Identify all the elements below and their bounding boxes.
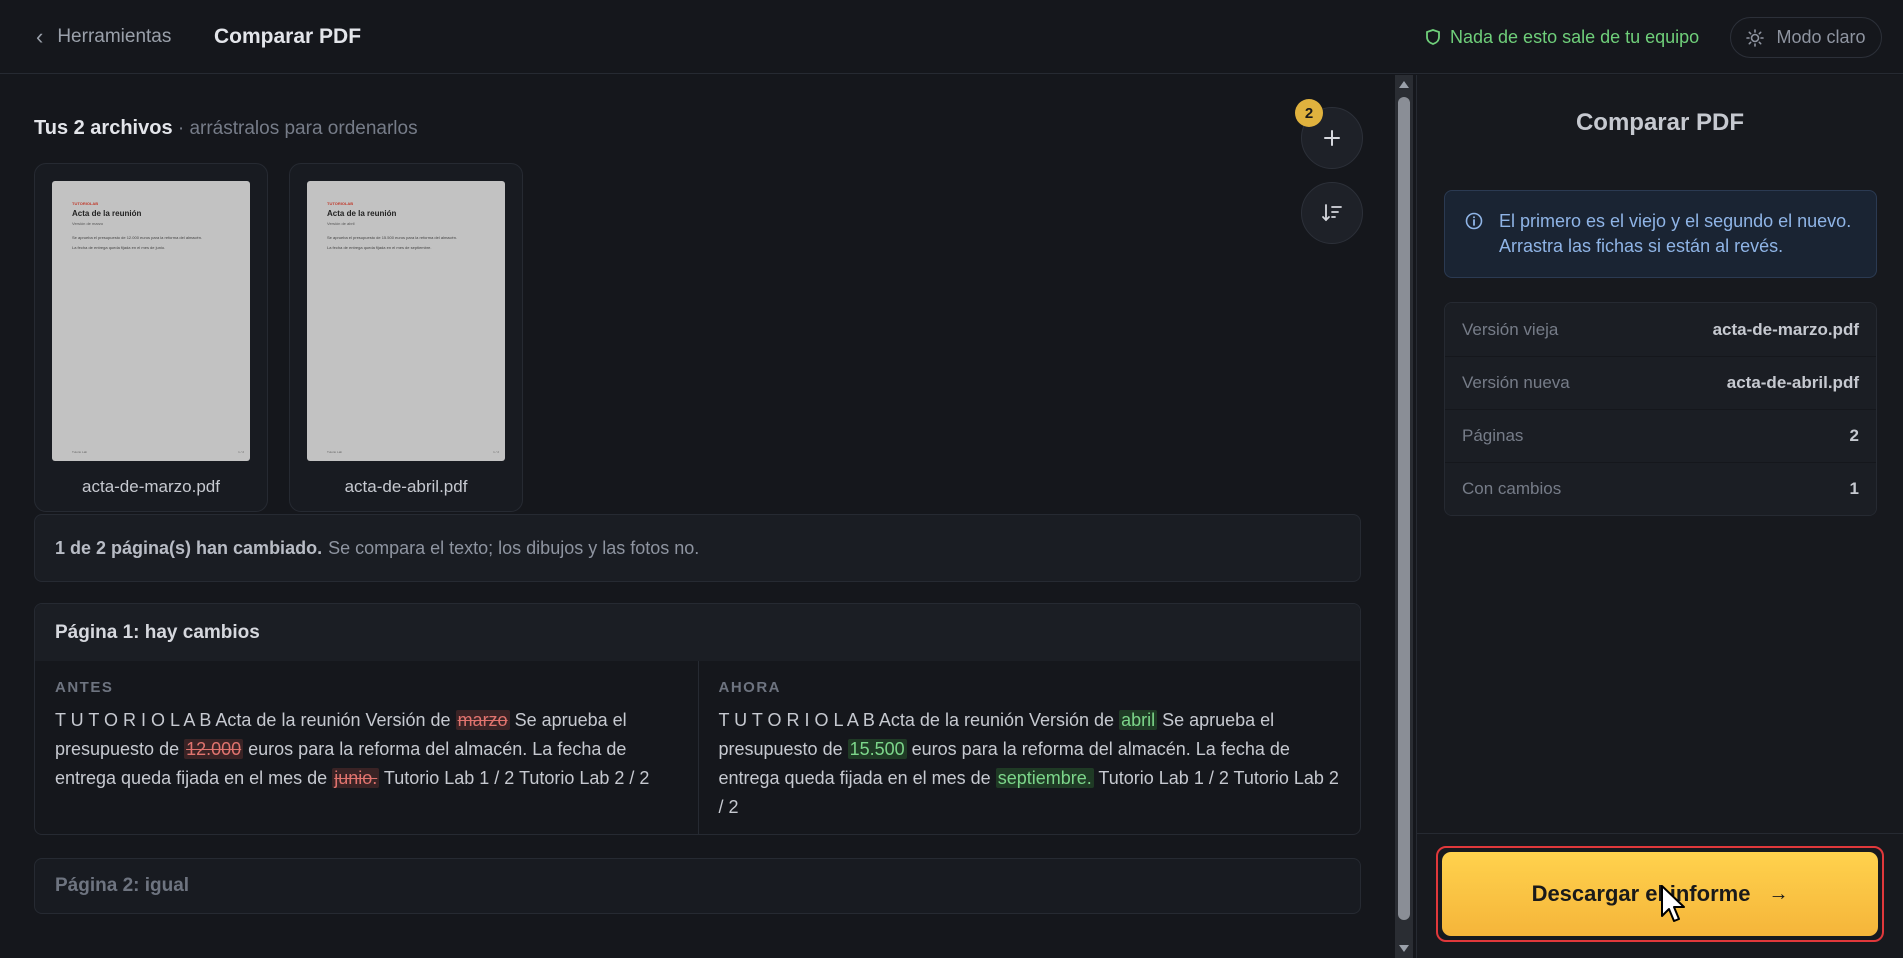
property-key: Con cambios [1462,479,1562,498]
inserted-text: septiembre. [995,768,1094,788]
file-count-badge: 2 [1295,99,1323,127]
property-row: Versión vieja acta-de-marzo.pdf [1445,303,1876,356]
arrow-right-icon: → [1768,882,1789,905]
deleted-text: marzo [455,710,510,730]
thumbnail-subtitle: Versión de marzo [72,221,104,226]
diff-text: T U T O R I O L A B Acta de la reunión V… [718,710,1120,730]
property-value: acta-de-abril.pdf [1726,373,1859,392]
sort-icon [1322,204,1342,222]
thumbnail-subtitle: Versión de abril [327,221,355,226]
thumbnail-footer-left: Tutorio Lab [327,450,343,454]
inserted-text: 15.500 [847,739,907,759]
thumbnail-brand: TUTORIOLAB [327,201,354,206]
info-icon [1465,212,1483,230]
thumbnail-footer-left: Tutorio Lab [72,450,88,454]
properties-list: Versión vieja acta-de-marzo.pdf Versión … [1444,302,1877,516]
chevron-left-icon: ‹ [36,24,44,49]
thumbnail-brand: TUTORIOLAB [72,201,99,206]
property-key: Páginas [1462,426,1524,445]
files-heading-hint: · arrástralos para ordenarlos [172,118,418,139]
top-bar: ‹ Herramientas Comparar PDF Nada de esto… [0,0,1903,74]
privacy-note: Nada de esto sale de tu equipo [1426,0,1699,74]
file-name: acta-de-abril.pdf [344,477,468,496]
mouse-cursor-icon [1661,885,1685,922]
files-heading: Tus 2 archivos · arrástralos para ordena… [34,117,418,140]
thumbnail-line: Se aprueba el presupuesto de 15.500 euro… [327,235,458,240]
info-box: El primero es el viejo y el segundo el n… [1444,190,1877,278]
privacy-text: Nada de esto sale de tu equipo [1450,26,1700,47]
thumbnail-footer-right: 1 / 2 [493,450,499,454]
diff-columns: ANTES T U T O R I O L A B Acta de la reu… [35,661,1361,834]
page-diff-title: Página 1: hay cambios [35,604,1360,661]
main-scrollbar[interactable] [1395,75,1413,958]
property-value: 2 [1849,426,1859,445]
sort-button[interactable] [1301,182,1363,244]
diff-before-label: ANTES [55,679,114,696]
thumbnail-title: Acta de la reunión [72,209,142,218]
diff-after-text: T U T O R I O L A B Acta de la reunión V… [719,706,1341,822]
diff-before-column: ANTES T U T O R I O L A B Acta de la reu… [35,661,698,834]
scrollbar-thumb[interactable] [1398,97,1410,920]
thumbnail-title: Acta de la reunión [327,209,397,218]
page-same-card[interactable]: Página 2: igual [34,858,1361,914]
side-panel-title: Comparar PDF [1575,109,1745,136]
thumbnail-footer-right: 1 / 2 [238,450,244,454]
summary-rest: Se compara el texto; los dibujos y las f… [328,537,700,558]
property-row: Páginas 2 [1445,409,1876,462]
property-key: Versión nueva [1462,373,1570,392]
back-link[interactable]: ‹ Herramientas [36,0,171,74]
property-key: Versión vieja [1462,319,1559,339]
theme-toggle-label: Modo claro [1776,27,1866,47]
thumbnail-line: Se aprueba el presupuesto de 12.000 euro… [72,235,203,240]
thumbnail-line: La fecha de entrega queda fijada en el m… [72,245,166,250]
diff-after-label: AHORA [718,679,781,696]
info-text: El primero es el viejo y el segundo el n… [1499,211,1852,256]
page-diff-card: Página 1: hay cambios ANTES T U T O R I … [34,603,1361,835]
inserted-text: abril [1119,710,1158,730]
download-label: Descargar el informe [1531,881,1751,906]
page-title: Comparar PDF [214,25,362,48]
summary-bold: 1 de 2 página(s) han cambiado. [55,537,323,558]
file-name: acta-de-marzo.pdf [82,477,220,496]
pdf-thumbnail: TUTORIOLAB Acta de la reunión Versión de… [307,181,505,461]
side-panel: Comparar PDF El primero es el viejo y el… [1416,75,1903,958]
scroll-up-arrow-icon[interactable] [1399,81,1409,88]
comparison-summary: 1 de 2 página(s) han cambiado. Se compara… [34,514,1361,582]
diff-text: Tutorio Lab 1 / 2 Tutorio Lab 2 / 2 [379,768,650,788]
diff-text: T U T O R I O L A B Acta de la reunión V… [55,710,456,730]
property-row: Con cambios 1 [1445,462,1876,515]
property-row: Versión nueva acta-de-abril.pdf [1445,356,1876,409]
plus-icon [1324,130,1340,146]
diff-before-text: T U T O R I O L A B Acta de la reunión V… [55,706,678,793]
scroll-down-arrow-icon[interactable] [1399,945,1409,952]
shield-icon [1426,29,1440,45]
sun-icon [1746,28,1765,47]
thumbnail-line: La fecha de entrega queda fijada en el m… [327,245,432,250]
files-heading-title: Tus 2 archivos [34,117,173,139]
file-card[interactable]: TUTORIOLAB Acta de la reunión Versión de… [34,163,268,512]
property-value: 1 [1849,479,1859,498]
file-card[interactable]: TUTORIOLAB Acta de la reunión Versión de… [289,163,523,512]
main-area: Tus 2 archivos · arrástralos para ordena… [0,75,1395,958]
back-label: Herramientas [57,26,172,47]
theme-toggle-button[interactable]: Modo claro [1730,17,1882,58]
property-value: acta-de-marzo.pdf [1712,319,1859,339]
diff-after-column: AHORA T U T O R I O L A B Acta de la reu… [697,661,1361,834]
pdf-thumbnail: TUTORIOLAB Acta de la reunión Versión de… [52,181,250,461]
deleted-text: 12.000 [184,739,244,759]
deleted-text: junio. [332,768,380,788]
